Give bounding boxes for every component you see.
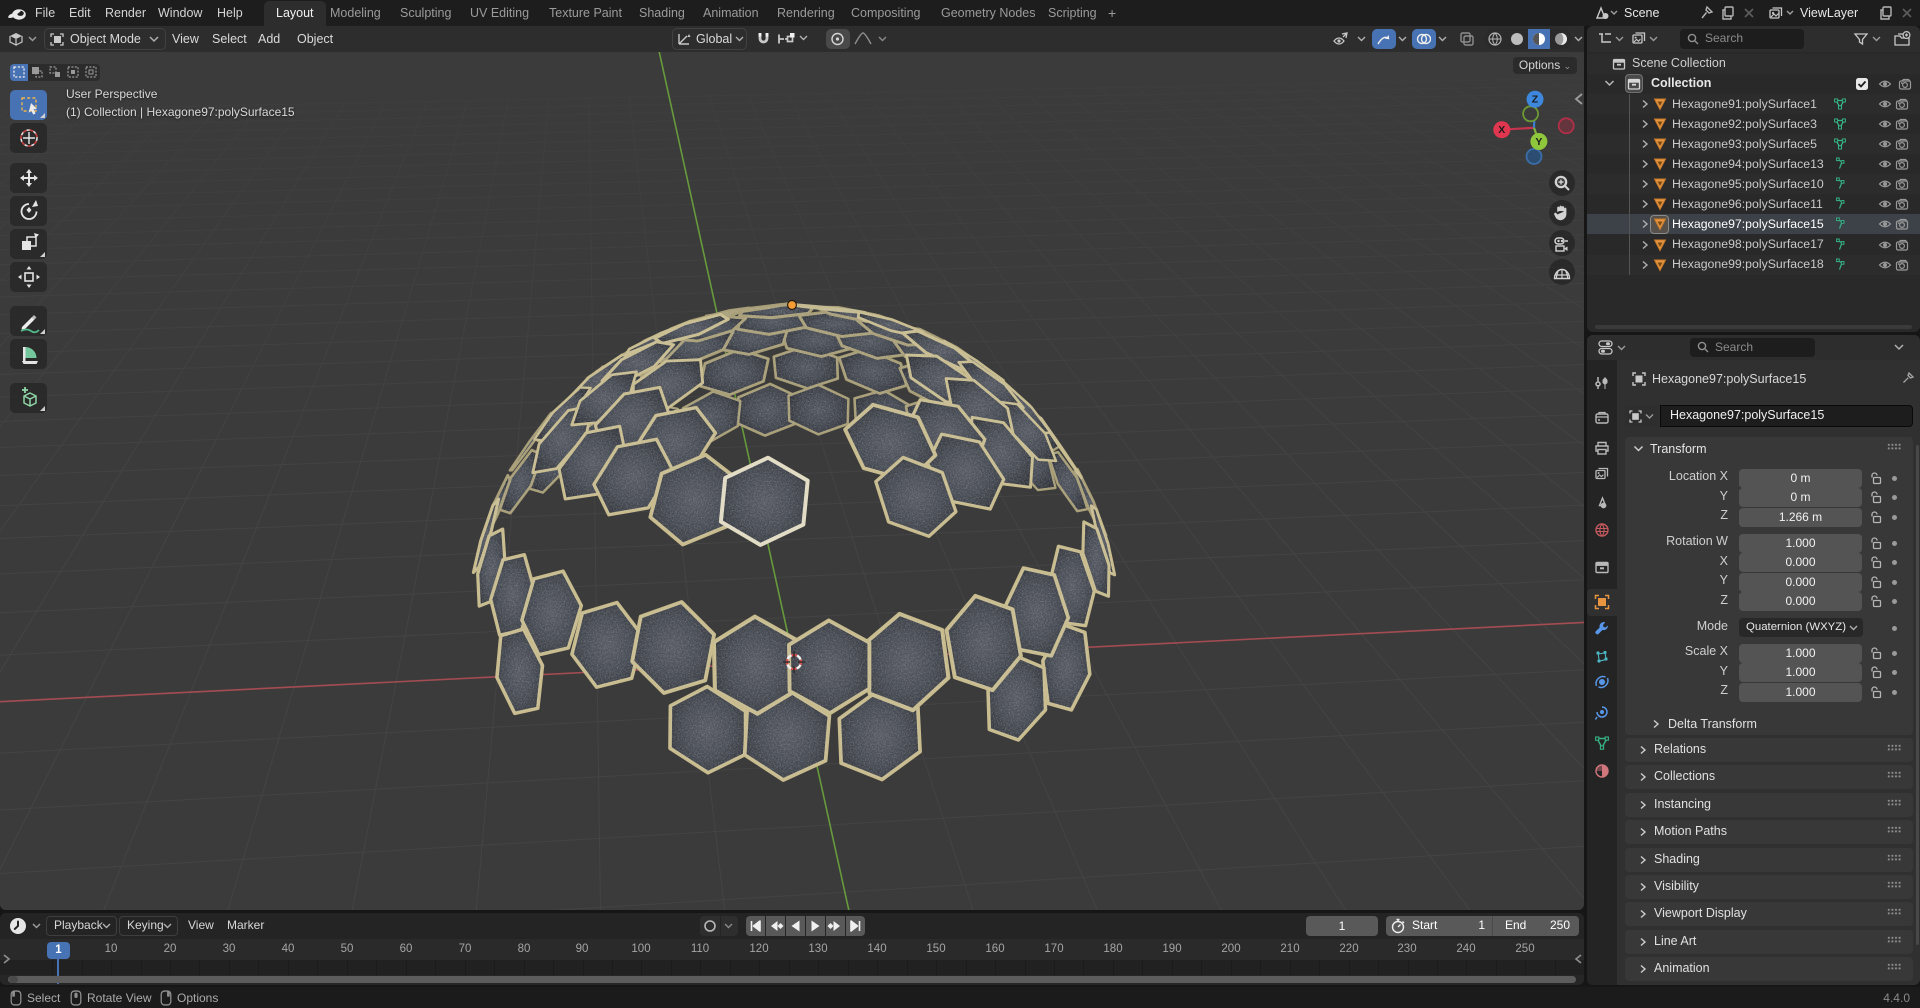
svg-text:Z: Z [1532,94,1539,106]
svg-text:Y: Y [1535,136,1542,148]
svg-text:X: X [1498,124,1505,136]
